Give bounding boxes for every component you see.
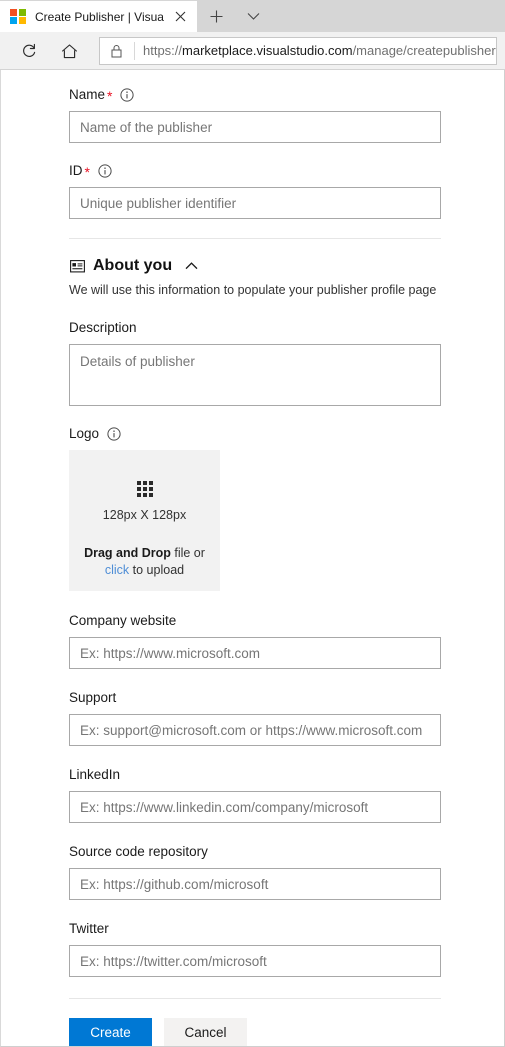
logo-label: Logo — [69, 425, 504, 443]
about-you-title: About you — [93, 257, 173, 274]
name-label-text: Name — [69, 87, 106, 102]
actions-divider — [69, 998, 441, 999]
company-website-input[interactable] — [69, 637, 441, 669]
browser-toolbar: https://marketplace.visualstudio.com/man… — [0, 32, 505, 70]
linkedin-input[interactable] — [69, 791, 441, 823]
about-you-header[interactable]: About you — [69, 256, 504, 276]
contact-card-icon — [69, 258, 85, 274]
support-input[interactable] — [69, 714, 441, 746]
source-code-repository-input[interactable] — [69, 868, 441, 900]
logo-dimensions: 128px X 128px — [102, 508, 187, 522]
description-label-text: Description — [69, 320, 137, 335]
chevron-up-icon[interactable] — [184, 259, 198, 273]
section-divider — [69, 238, 441, 239]
about-you-subtitle: We will use this information to populate… — [69, 283, 437, 297]
logo-cta-bold: Drag and Drop — [84, 546, 171, 560]
field-support: Support — [69, 689, 504, 746]
linkedin-label: LinkedIn — [69, 766, 504, 784]
field-name: Name * — [69, 86, 504, 143]
company-website-label: Company website — [69, 612, 504, 630]
page-viewport: Name* ID* — [0, 70, 505, 1047]
browser-window: Create Publisher | Visua https://marketp… — [0, 0, 505, 1047]
url-text: https://marketplace.visualstudio.com/man… — [143, 42, 496, 60]
address-divider — [134, 42, 135, 60]
linkedin-label-text: LinkedIn — [69, 767, 121, 782]
id-label: ID * — [69, 162, 504, 180]
name-input[interactable] — [69, 111, 441, 143]
source-code-repository-label: Source code repository — [69, 843, 504, 861]
required-marker: * — [84, 164, 90, 180]
description-textarea[interactable] — [69, 344, 441, 406]
twitter-input[interactable] — [69, 945, 441, 977]
chevron-down-icon[interactable] — [235, 1, 271, 32]
close-icon[interactable] — [169, 6, 191, 28]
name-label: Name * — [69, 86, 504, 104]
company-website-label-text: Company website — [69, 613, 177, 628]
microsoft-logo-icon — [10, 8, 26, 25]
field-source-code-repository: Source code repository — [69, 843, 504, 900]
url-scheme: https:// — [143, 43, 183, 58]
info-icon[interactable] — [107, 427, 121, 441]
address-bar[interactable]: https://marketplace.visualstudio.com/man… — [99, 37, 497, 65]
logo-cta-tail: to upload — [129, 563, 185, 577]
home-icon[interactable] — [54, 36, 84, 66]
field-linkedin: LinkedIn — [69, 766, 504, 823]
logo-cta: Drag and Drop file or click to upload — [84, 545, 205, 579]
info-icon[interactable] — [98, 164, 112, 178]
id-label-text: ID — [69, 163, 83, 178]
support-label-text: Support — [69, 690, 117, 705]
form-actions: Create Cancel — [69, 1018, 504, 1046]
field-twitter: Twitter — [69, 920, 504, 977]
tab-strip: Create Publisher | Visua — [0, 0, 505, 32]
browser-tab[interactable]: Create Publisher | Visua — [0, 1, 197, 32]
info-icon[interactable] — [120, 88, 135, 102]
twitter-label-text: Twitter — [69, 921, 109, 936]
logo-cta-mid: file or — [170, 546, 205, 560]
url-host: marketplace.visualstudio.com — [182, 43, 353, 58]
new-tab-button[interactable] — [197, 1, 235, 32]
support-label: Support — [69, 689, 504, 707]
create-button[interactable]: Create — [69, 1018, 152, 1046]
tab-title: Create Publisher | Visua — [35, 9, 164, 24]
create-publisher-form: Name* ID* — [69, 86, 504, 1046]
logo-dropzone[interactable]: 128px X 128px Drag and Drop file or clic… — [69, 450, 220, 591]
logo-label-text: Logo — [69, 426, 100, 441]
cancel-button[interactable]: Cancel — [164, 1018, 247, 1046]
about-you-section: About you We will use this information t… — [69, 256, 504, 299]
field-company-website: Company website — [69, 612, 504, 669]
source-code-repository-label-text: Source code repository — [69, 844, 208, 859]
description-label: Description — [69, 319, 504, 337]
url-path: /manage/createpublisher — [352, 43, 496, 58]
required-marker: * — [107, 88, 113, 104]
logo-upload-link[interactable]: click — [105, 563, 129, 577]
twitter-label: Twitter — [69, 920, 504, 938]
refresh-icon[interactable] — [14, 36, 44, 66]
field-id: ID * — [69, 162, 504, 219]
grid-icon — [136, 481, 153, 497]
field-description: Description — [69, 319, 504, 406]
id-input[interactable] — [69, 187, 441, 219]
lock-icon — [108, 43, 125, 60]
field-logo: Logo 128px X 128px Drag and Drop file or… — [69, 425, 504, 591]
